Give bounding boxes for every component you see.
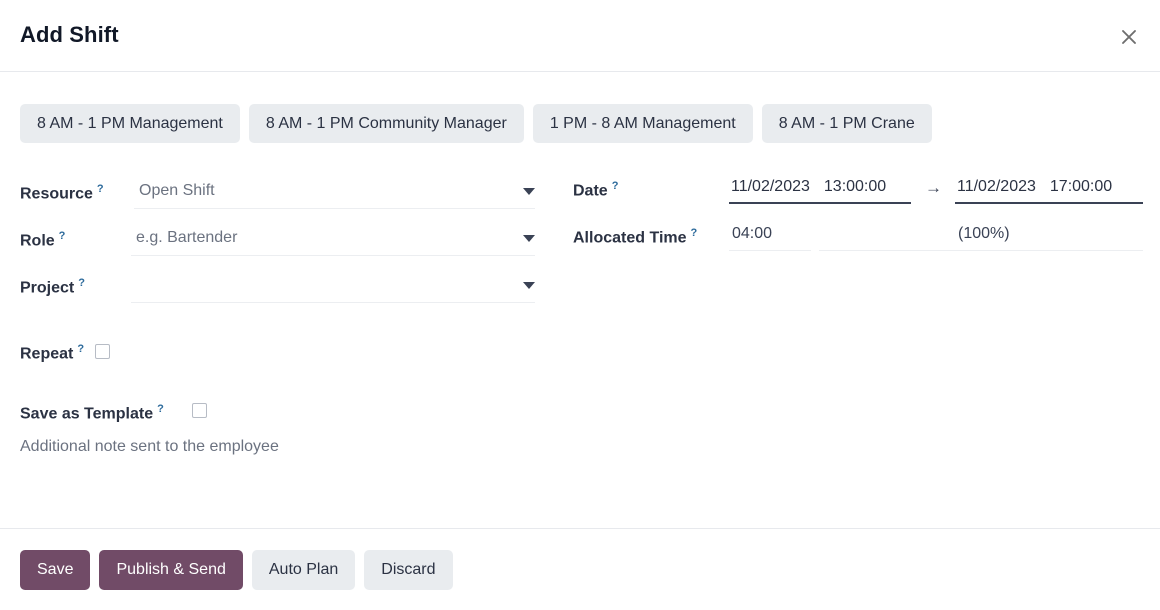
dialog-footer: Save Publish & Send Auto Plan Discard [0,528,1160,610]
date-end-time-input[interactable]: 17:00:00 [1050,176,1112,196]
date-start-date-input[interactable]: 11/02/2023 [731,176,810,196]
footer-button-row: Save Publish & Send Auto Plan Discard [20,550,453,590]
resource-help-icon[interactable]: ? [97,183,104,195]
resource-value: Open Shift [139,182,215,200]
field-save-as-template: Save as Template? [20,401,240,423]
auto-plan-button[interactable]: Auto Plan [252,550,355,590]
date-label: Date? [573,180,618,200]
role-placeholder: e.g. Bartender [136,229,237,247]
note-input[interactable]: Additional note sent to the employee [20,438,279,456]
chevron-down-icon[interactable] [523,188,535,195]
repeat-label: Repeat? [20,343,84,363]
allocated-time-percent: (100%) [958,225,1010,243]
shift-template-chip-0[interactable]: 8 AM - 1 PM Management [20,104,240,143]
resource-select[interactable]: Open Shift [134,179,535,209]
field-repeat: Repeat? [20,341,160,363]
repeat-checkbox[interactable] [95,344,110,359]
chevron-down-icon[interactable] [523,282,535,289]
allocated-time-percent-field[interactable]: (100%) [819,223,1143,251]
date-start-group[interactable]: 11/02/2023 13:00:00 [729,176,911,204]
role-help-icon[interactable]: ? [59,230,66,242]
repeat-help-icon[interactable]: ? [77,343,84,355]
role-label: Role? [20,230,65,250]
project-select[interactable] [131,273,535,303]
date-range-arrow-icon: → [925,178,942,198]
shift-template-chip-1[interactable]: 8 AM - 1 PM Community Manager [249,104,524,143]
close-button[interactable] [1112,20,1146,54]
role-select[interactable]: e.g. Bartender [131,226,535,256]
save-as-template-checkbox[interactable] [192,403,207,418]
date-help-icon[interactable]: ? [612,180,619,192]
shift-template-chips: 8 AM - 1 PM Management 8 AM - 1 PM Commu… [20,104,932,143]
shift-template-chip-3[interactable]: 8 AM - 1 PM Crane [762,104,932,143]
field-resource: Resource? Open Shift [20,179,545,209]
publish-and-send-button[interactable]: Publish & Send [99,550,242,590]
allocated-time-help-icon[interactable]: ? [691,227,698,239]
close-icon [1119,27,1139,47]
allocated-time-duration-field[interactable]: 04:00 [729,223,811,251]
field-project: Project? [20,273,545,303]
add-shift-dialog: Add Shift 8 AM - 1 PM Management 8 AM - … [0,0,1160,610]
field-date: Date? 11/02/2023 13:00:00 → 11/02/2023 1… [573,176,1143,206]
allocated-time-duration: 04:00 [732,225,772,243]
chevron-down-icon[interactable] [523,235,535,242]
save-button[interactable]: Save [20,550,90,590]
shift-template-chip-2[interactable]: 1 PM - 8 AM Management [533,104,753,143]
project-help-icon[interactable]: ? [78,277,85,289]
discard-button[interactable]: Discard [364,550,452,590]
save-as-template-label: Save as Template? [20,403,164,423]
dialog-title: Add Shift [20,22,119,48]
date-start-time-input[interactable]: 13:00:00 [824,176,886,196]
allocated-time-label: Allocated Time? [573,227,697,247]
project-label: Project? [20,277,85,297]
resource-label: Resource? [20,183,104,203]
save-as-template-help-icon[interactable]: ? [157,403,164,415]
field-allocated-time: Allocated Time? 04:00 (100%) [573,223,1143,253]
field-role: Role? e.g. Bartender [20,226,545,256]
date-end-date-input[interactable]: 11/02/2023 [957,176,1036,196]
dialog-header: Add Shift [0,0,1160,72]
date-end-group[interactable]: 11/02/2023 17:00:00 [955,176,1143,204]
